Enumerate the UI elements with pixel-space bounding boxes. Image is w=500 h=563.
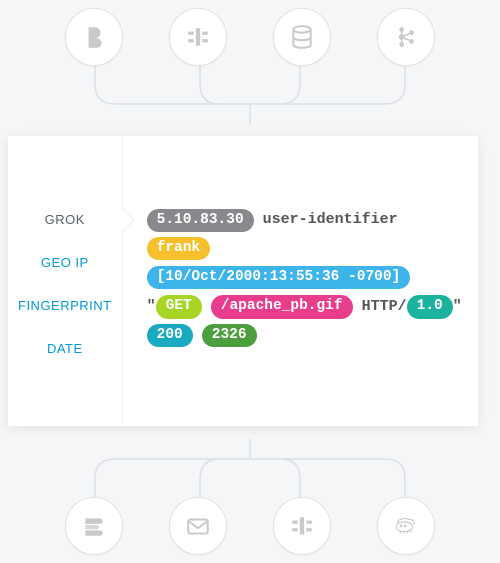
hadoop-icon[interactable] — [377, 497, 435, 555]
kafka-icon[interactable] — [377, 8, 435, 66]
field-timestamp: [10/Oct/2000:13:55:36 -0700] — [147, 266, 411, 289]
field-ip: 5.10.83.30 — [147, 209, 254, 232]
quote-open: " — [147, 293, 156, 322]
log-preview: 5.10.83.30 user-identifier frank [10/Oct… — [123, 136, 480, 426]
field-user: frank — [147, 237, 211, 260]
elasticsearch-icon[interactable] — [65, 497, 123, 555]
top-connector — [80, 64, 420, 124]
field-identity: user-identifier — [263, 206, 398, 235]
database-icon[interactable] — [273, 8, 331, 66]
tab-grok[interactable]: GROK — [8, 198, 122, 241]
field-status: 200 — [147, 324, 193, 347]
filter-tabs-sidebar: GROK GEO IP FINGERPRINT DATE — [8, 136, 123, 426]
field-path: /apache_pb.gif — [211, 295, 353, 318]
tab-geoip[interactable]: GEO IP — [8, 241, 122, 284]
source-icon-row — [0, 0, 500, 66]
network-output-icon[interactable] — [273, 497, 331, 555]
tab-date[interactable]: DATE — [8, 327, 122, 370]
tab-fingerprint[interactable]: FINGERPRINT — [8, 284, 122, 327]
output-icon-row — [0, 497, 500, 555]
beats-icon[interactable] — [65, 8, 123, 66]
field-http-version: 1.0 — [407, 295, 453, 318]
field-method: GET — [156, 295, 202, 318]
field-bytes: 2326 — [202, 324, 257, 347]
filter-card: GROK GEO IP FINGERPRINT DATE 5.10.83.30 … — [8, 136, 478, 426]
network-icon[interactable] — [169, 8, 227, 66]
quote-close: " — [453, 293, 462, 322]
email-icon[interactable] — [169, 497, 227, 555]
http-label: HTTP/ — [362, 293, 407, 322]
bottom-connector — [80, 439, 420, 499]
